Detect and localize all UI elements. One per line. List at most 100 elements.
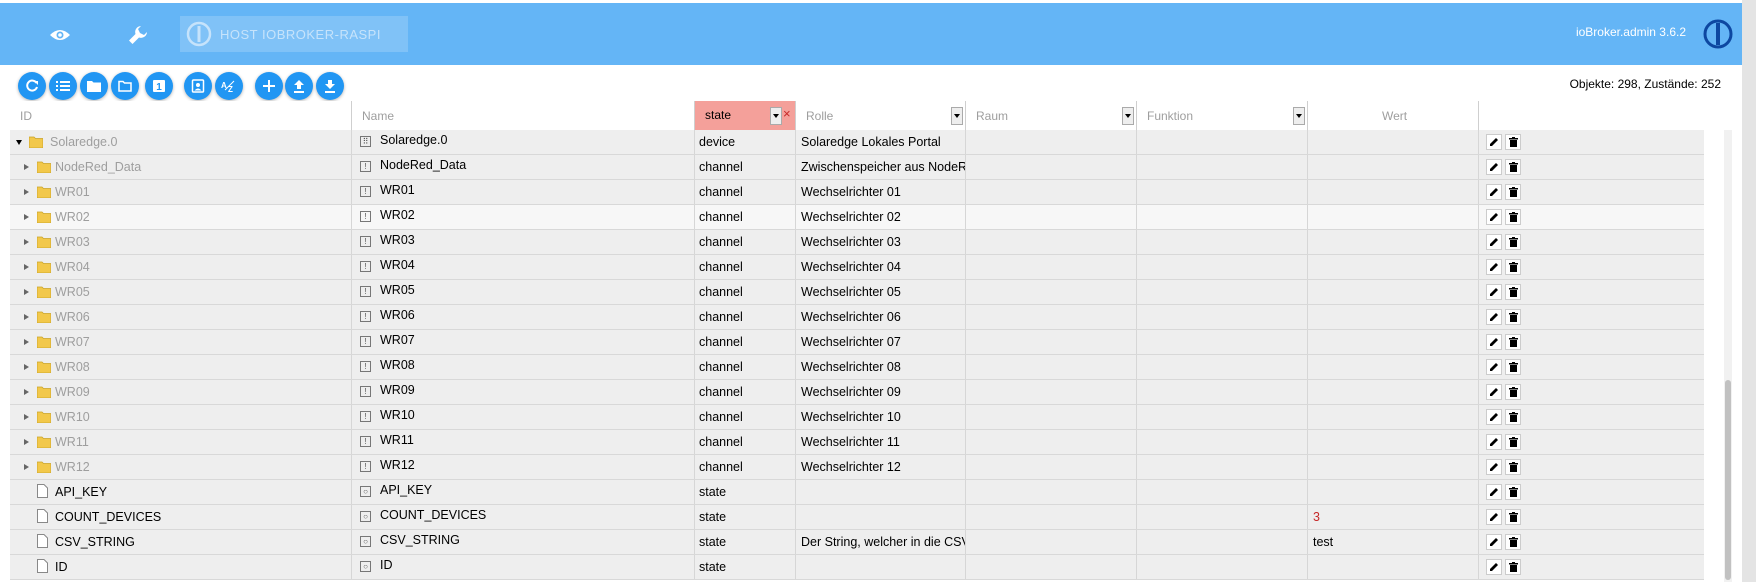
delete-button[interactable] bbox=[1505, 384, 1521, 400]
room-filter[interactable]: Raum bbox=[966, 101, 1137, 130]
id-filter[interactable]: ID bbox=[10, 101, 352, 130]
expand-arrow-icon[interactable] bbox=[24, 439, 29, 445]
table-row[interactable]: WR05! WR05 channel Wechselrichter 05 bbox=[10, 280, 1704, 305]
role-filter[interactable]: Rolle bbox=[796, 101, 966, 130]
expand-level-button[interactable]: 1 bbox=[145, 72, 173, 100]
expand-arrow-icon[interactable] bbox=[24, 314, 29, 320]
collapse-arrow-icon[interactable] bbox=[16, 140, 22, 145]
name-filter[interactable]: Name bbox=[352, 101, 695, 130]
delete-button[interactable] bbox=[1505, 459, 1521, 475]
table-row[interactable]: COUNT_DEVICES ○ COUNT_DEVICES state 3 bbox=[10, 505, 1704, 530]
edit-button[interactable] bbox=[1486, 559, 1502, 575]
edit-button[interactable] bbox=[1486, 484, 1502, 500]
edit-button[interactable] bbox=[1486, 334, 1502, 350]
value-cell[interactable] bbox=[1308, 330, 1479, 354]
table-row[interactable]: WR03! WR03 channel Wechselrichter 03 bbox=[10, 230, 1704, 255]
edit-button[interactable] bbox=[1486, 159, 1502, 175]
value-cell[interactable] bbox=[1308, 405, 1479, 429]
add-object-button[interactable] bbox=[255, 72, 283, 100]
room-filter-dropdown[interactable] bbox=[1122, 107, 1134, 125]
list-view-button[interactable] bbox=[49, 72, 77, 100]
edit-button[interactable] bbox=[1486, 359, 1502, 375]
upload-button[interactable] bbox=[285, 72, 313, 100]
table-row[interactable]: Solaredge.0 ⠿ Solaredge.0 device Solaredge L… bbox=[10, 130, 1704, 155]
expand-arrow-icon[interactable] bbox=[24, 464, 29, 470]
edit-button[interactable] bbox=[1486, 134, 1502, 150]
type-filter[interactable]: state × bbox=[695, 101, 796, 130]
table-row[interactable]: WR11! WR11 channel Wechselrichter 11 bbox=[10, 430, 1704, 455]
edit-button[interactable] bbox=[1486, 459, 1502, 475]
table-row[interactable]: ID ○ ID state bbox=[10, 555, 1704, 580]
host-selector[interactable]: HOST IOBROKER-RASPI bbox=[180, 16, 408, 52]
collapse-all-button[interactable] bbox=[111, 72, 139, 100]
edit-button[interactable] bbox=[1486, 309, 1502, 325]
delete-button[interactable] bbox=[1505, 359, 1521, 375]
delete-button[interactable] bbox=[1505, 434, 1521, 450]
expand-arrow-icon[interactable] bbox=[24, 264, 29, 270]
edit-button[interactable] bbox=[1486, 509, 1502, 525]
value-cell[interactable] bbox=[1308, 455, 1479, 479]
table-row[interactable]: NodeRed_Data! NodeRed_Data channel Zwischen… bbox=[10, 155, 1704, 180]
value-cell[interactable]: 3 bbox=[1308, 505, 1479, 529]
value-cell[interactable] bbox=[1308, 480, 1479, 504]
function-filter-dropdown[interactable] bbox=[1293, 107, 1305, 125]
value-cell[interactable] bbox=[1308, 430, 1479, 454]
edit-button[interactable] bbox=[1486, 234, 1502, 250]
sort-button[interactable]: AZ bbox=[215, 72, 243, 100]
role-filter-dropdown[interactable] bbox=[951, 107, 963, 125]
delete-button[interactable] bbox=[1505, 309, 1521, 325]
expand-arrow-icon[interactable] bbox=[24, 189, 29, 195]
edit-button[interactable] bbox=[1486, 534, 1502, 550]
delete-button[interactable] bbox=[1505, 484, 1521, 500]
delete-button[interactable] bbox=[1505, 234, 1521, 250]
delete-button[interactable] bbox=[1505, 134, 1521, 150]
value-cell[interactable] bbox=[1308, 555, 1479, 579]
delete-button[interactable] bbox=[1505, 509, 1521, 525]
value-cell[interactable] bbox=[1308, 305, 1479, 329]
toggle-columns-button[interactable] bbox=[184, 72, 212, 100]
table-row[interactable]: CSV_STRING ○ CSV_STRING state Der String, we… bbox=[10, 530, 1704, 555]
value-cell[interactable]: test bbox=[1308, 530, 1479, 554]
table-row[interactable]: WR08! WR08 channel Wechselrichter 08 bbox=[10, 355, 1704, 380]
refresh-button[interactable] bbox=[18, 72, 46, 100]
edit-button[interactable] bbox=[1486, 384, 1502, 400]
value-cell[interactable] bbox=[1308, 255, 1479, 279]
value-cell[interactable] bbox=[1308, 205, 1479, 229]
table-row[interactable]: WR02! WR02 channel Wechselrichter 02 bbox=[10, 205, 1704, 230]
edit-button[interactable] bbox=[1486, 409, 1502, 425]
delete-button[interactable] bbox=[1505, 334, 1521, 350]
value-cell[interactable] bbox=[1308, 230, 1479, 254]
delete-button[interactable] bbox=[1505, 284, 1521, 300]
type-filter-dropdown[interactable] bbox=[770, 107, 782, 125]
expand-arrow-icon[interactable] bbox=[24, 164, 29, 170]
eye-icon[interactable] bbox=[44, 19, 76, 51]
edit-button[interactable] bbox=[1486, 284, 1502, 300]
value-cell[interactable] bbox=[1308, 155, 1479, 179]
scrollbar-thumb[interactable] bbox=[1725, 380, 1731, 580]
edit-button[interactable] bbox=[1486, 259, 1502, 275]
expand-arrow-icon[interactable] bbox=[24, 214, 29, 220]
value-cell[interactable] bbox=[1308, 380, 1479, 404]
value-cell[interactable] bbox=[1308, 130, 1479, 154]
table-row[interactable]: WR04! WR04 channel Wechselrichter 04 bbox=[10, 255, 1704, 280]
table-row[interactable]: WR09! WR09 channel Wechselrichter 09 bbox=[10, 380, 1704, 405]
table-row[interactable]: WR01! WR01 channel Wechselrichter 01 bbox=[10, 180, 1704, 205]
value-cell[interactable] bbox=[1308, 280, 1479, 304]
table-row[interactable]: API_KEY ○ API_KEY state bbox=[10, 480, 1704, 505]
edit-button[interactable] bbox=[1486, 209, 1502, 225]
table-row[interactable]: WR10! WR10 channel Wechselrichter 10 bbox=[10, 405, 1704, 430]
expand-arrow-icon[interactable] bbox=[24, 289, 29, 295]
delete-button[interactable] bbox=[1505, 209, 1521, 225]
table-row[interactable]: WR06! WR06 channel Wechselrichter 06 bbox=[10, 305, 1704, 330]
value-cell[interactable] bbox=[1308, 180, 1479, 204]
expand-arrow-icon[interactable] bbox=[24, 389, 29, 395]
expand-arrow-icon[interactable] bbox=[24, 239, 29, 245]
delete-button[interactable] bbox=[1505, 259, 1521, 275]
delete-button[interactable] bbox=[1505, 159, 1521, 175]
table-row[interactable]: WR07! WR07 channel Wechselrichter 07 bbox=[10, 330, 1704, 355]
delete-button[interactable] bbox=[1505, 534, 1521, 550]
function-filter[interactable]: Funktion bbox=[1137, 101, 1308, 130]
table-row[interactable]: WR12! WR12 channel Wechselrichter 12 bbox=[10, 455, 1704, 480]
delete-button[interactable] bbox=[1505, 184, 1521, 200]
expand-arrow-icon[interactable] bbox=[24, 364, 29, 370]
